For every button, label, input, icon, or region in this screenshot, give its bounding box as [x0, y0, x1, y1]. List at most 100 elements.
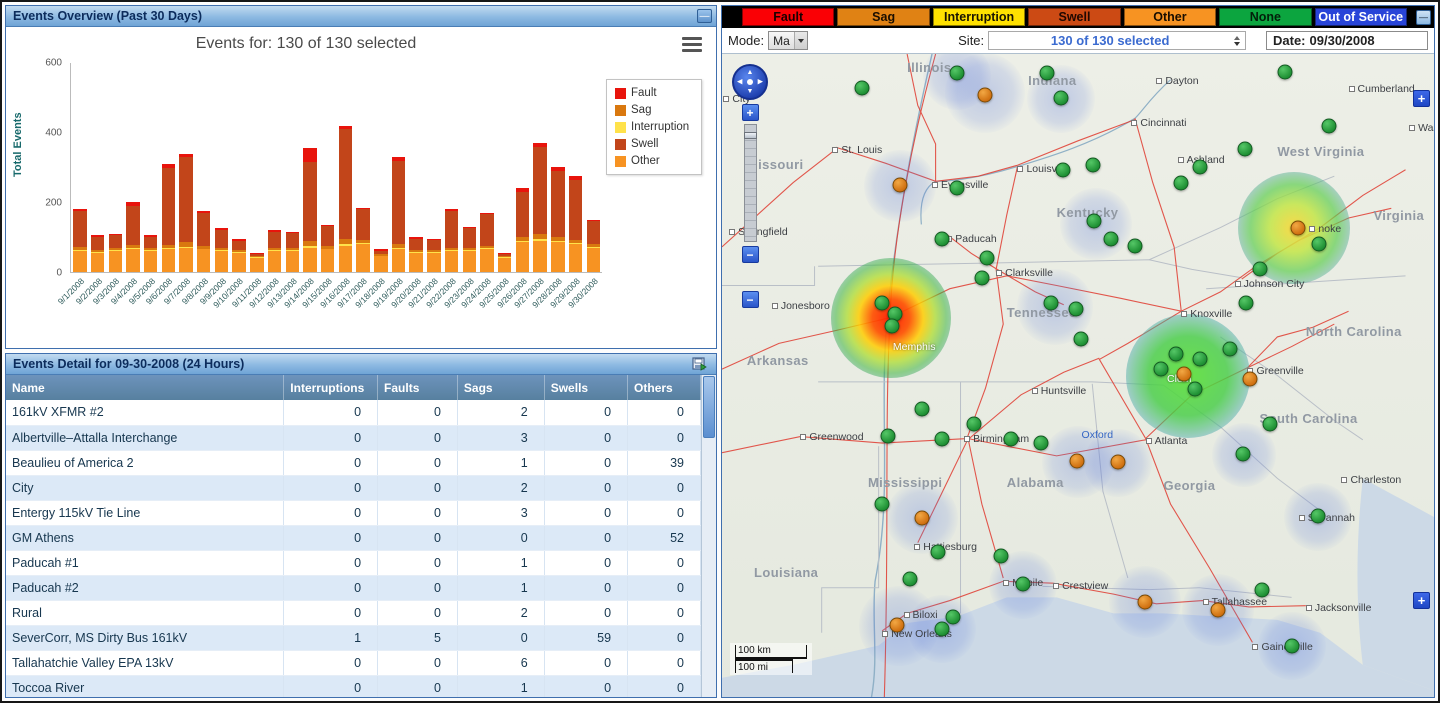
- site-marker-green[interactable]: [1068, 301, 1084, 317]
- site-marker-green[interactable]: [1192, 351, 1208, 367]
- column-header[interactable]: Sags: [457, 375, 545, 400]
- site-marker-green[interactable]: [1321, 118, 1337, 134]
- bar-column[interactable]: 9/25/2008: [477, 63, 514, 310]
- pan-down-icon[interactable]: ▼: [747, 88, 754, 95]
- table-row[interactable]: Albertville–Attalla Interchange 0 0 3 0 0: [6, 425, 701, 451]
- site-marker-green[interactable]: [1053, 90, 1069, 106]
- site-marker-green[interactable]: [934, 231, 950, 247]
- bar-column[interactable]: 9/14/2008: [282, 63, 319, 310]
- pan-up-icon[interactable]: ▲: [747, 69, 754, 76]
- bar-column[interactable]: 9/27/2008: [513, 63, 549, 310]
- zoom-slider-thumb[interactable]: [743, 132, 757, 139]
- pan-left-icon[interactable]: ◀: [737, 79, 742, 86]
- site-marker-green[interactable]: [1311, 236, 1327, 252]
- map-legend-other[interactable]: Other: [1123, 8, 1217, 26]
- site-marker-orange[interactable]: [1176, 366, 1192, 382]
- site-marker-green[interactable]: [1086, 213, 1102, 229]
- table-row[interactable]: SeverCorr, MS Dirty Bus 161kV 1 5 0 59 0: [6, 625, 701, 651]
- column-header[interactable]: Swells: [544, 375, 629, 400]
- map-minimize-button[interactable]: —: [1416, 9, 1431, 25]
- bar-column[interactable]: 9/7/2008: [162, 63, 195, 306]
- site-marker-green[interactable]: [966, 416, 982, 432]
- scrollbar-thumb[interactable]: [703, 376, 715, 438]
- site-marker-green[interactable]: [1127, 238, 1143, 254]
- bar-column[interactable]: 9/28/2008: [530, 63, 567, 310]
- overview-minimize-button[interactable]: —: [697, 9, 712, 23]
- map-add-button-bottom[interactable]: +: [1413, 592, 1430, 609]
- bar-column[interactable]: 9/8/2008: [179, 63, 213, 306]
- site-marker-green[interactable]: [930, 544, 946, 560]
- column-header[interactable]: Faults: [377, 375, 458, 400]
- site-marker-green[interactable]: [979, 250, 995, 266]
- bar-column[interactable]: 9/1/2008: [56, 63, 89, 306]
- bar-column[interactable]: 9/23/2008: [442, 63, 478, 310]
- table-row[interactable]: Tallahatchie Valley EPA 13kV 0 0 6 0 0: [6, 650, 701, 676]
- site-marker-green[interactable]: [945, 609, 961, 625]
- bar-column[interactable]: 9/9/2008: [197, 63, 231, 306]
- site-marker-green[interactable]: [1192, 159, 1208, 175]
- bar-column[interactable]: 9/17/2008: [335, 63, 372, 310]
- bar-column[interactable]: 9/11/2008: [230, 63, 266, 309]
- bar-column[interactable]: 9/5/2008: [126, 63, 160, 306]
- site-marker-green[interactable]: [1237, 141, 1253, 157]
- table-row[interactable]: Beaulieu of America 2 0 0 1 0 39: [6, 450, 701, 476]
- bar-column[interactable]: 9/10/2008: [212, 63, 248, 310]
- bar-column[interactable]: 9/12/2008: [247, 63, 284, 310]
- map-canvas[interactable]: ▲ ▼ ◀ ▶ + − − 100 km 100 mi + + Illinois…: [722, 54, 1434, 697]
- site-marker-green[interactable]: [1033, 435, 1049, 451]
- map-add-button-top[interactable]: +: [1413, 90, 1430, 107]
- table-scrollbar[interactable]: [701, 375, 716, 697]
- site-marker-green[interactable]: [1310, 508, 1326, 524]
- zoom-in-button[interactable]: +: [741, 104, 759, 121]
- site-marker-green[interactable]: [1277, 64, 1293, 80]
- bar-column[interactable]: 9/19/2008: [371, 63, 408, 310]
- export-icon[interactable]: [691, 357, 708, 372]
- site-marker-orange[interactable]: [1137, 594, 1153, 610]
- site-marker-orange[interactable]: [914, 510, 930, 526]
- table-row[interactable]: Entergy 115kV Tie Line 0 0 3 0 0: [6, 500, 701, 526]
- site-marker-orange[interactable]: [1242, 371, 1258, 387]
- site-marker-green[interactable]: [1055, 162, 1071, 178]
- site-marker-green[interactable]: [1254, 582, 1270, 598]
- site-marker-green[interactable]: [1262, 416, 1278, 432]
- zoom-slider[interactable]: [743, 124, 757, 242]
- site-marker-green[interactable]: [884, 318, 900, 334]
- bar-column[interactable]: 9/29/2008: [548, 63, 585, 310]
- site-marker-green[interactable]: [949, 180, 965, 196]
- pan-right-icon[interactable]: ▶: [758, 79, 763, 86]
- column-header[interactable]: Interruptions: [283, 375, 379, 400]
- site-marker-green[interactable]: [1073, 331, 1089, 347]
- site-marker-green[interactable]: [1103, 231, 1119, 247]
- map-legend-none[interactable]: None: [1219, 8, 1312, 26]
- site-marker-orange[interactable]: [1210, 602, 1226, 618]
- zoom-out-button[interactable]: −: [741, 246, 759, 263]
- bar-column[interactable]: 9/2/2008: [73, 63, 107, 306]
- site-marker-green[interactable]: [1238, 295, 1254, 311]
- site-select[interactable]: 130 of 130 selected: [988, 31, 1247, 50]
- bar-column[interactable]: 9/21/2008: [406, 63, 443, 310]
- bar-column[interactable]: 9/30/2008: [566, 63, 602, 310]
- table-row[interactable]: Paducah #1 0 0 1 0 0: [6, 550, 701, 576]
- site-marker-green[interactable]: [1173, 175, 1189, 191]
- site-marker-orange[interactable]: [892, 177, 908, 193]
- bar-column[interactable]: 9/15/2008: [300, 63, 337, 310]
- bar-column[interactable]: 9/16/2008: [318, 63, 355, 310]
- site-marker-orange[interactable]: [977, 87, 993, 103]
- zoom-out-secondary-button[interactable]: −: [741, 291, 759, 308]
- bar-column[interactable]: 9/24/2008: [459, 63, 496, 310]
- site-marker-green[interactable]: [949, 65, 965, 81]
- date-field[interactable]: Date: 09/30/2008: [1266, 31, 1428, 50]
- bar-column[interactable]: 9/3/2008: [91, 63, 124, 306]
- bar-column[interactable]: 9/26/2008: [495, 63, 532, 310]
- chart-menu-icon[interactable]: [682, 37, 702, 55]
- site-marker-green[interactable]: [993, 548, 1009, 564]
- map-legend-out-of-service[interactable]: Out of Service: [1314, 8, 1407, 26]
- site-marker-green[interactable]: [934, 621, 950, 637]
- site-marker-green[interactable]: [1222, 341, 1238, 357]
- site-marker-green[interactable]: [1187, 381, 1203, 397]
- site-marker-green[interactable]: [1252, 261, 1268, 277]
- site-marker-green[interactable]: [874, 295, 890, 311]
- map-legend-fault[interactable]: Fault: [742, 8, 835, 26]
- bar-column[interactable]: 9/22/2008: [424, 63, 461, 310]
- bar-column[interactable]: 9/13/2008: [265, 63, 301, 310]
